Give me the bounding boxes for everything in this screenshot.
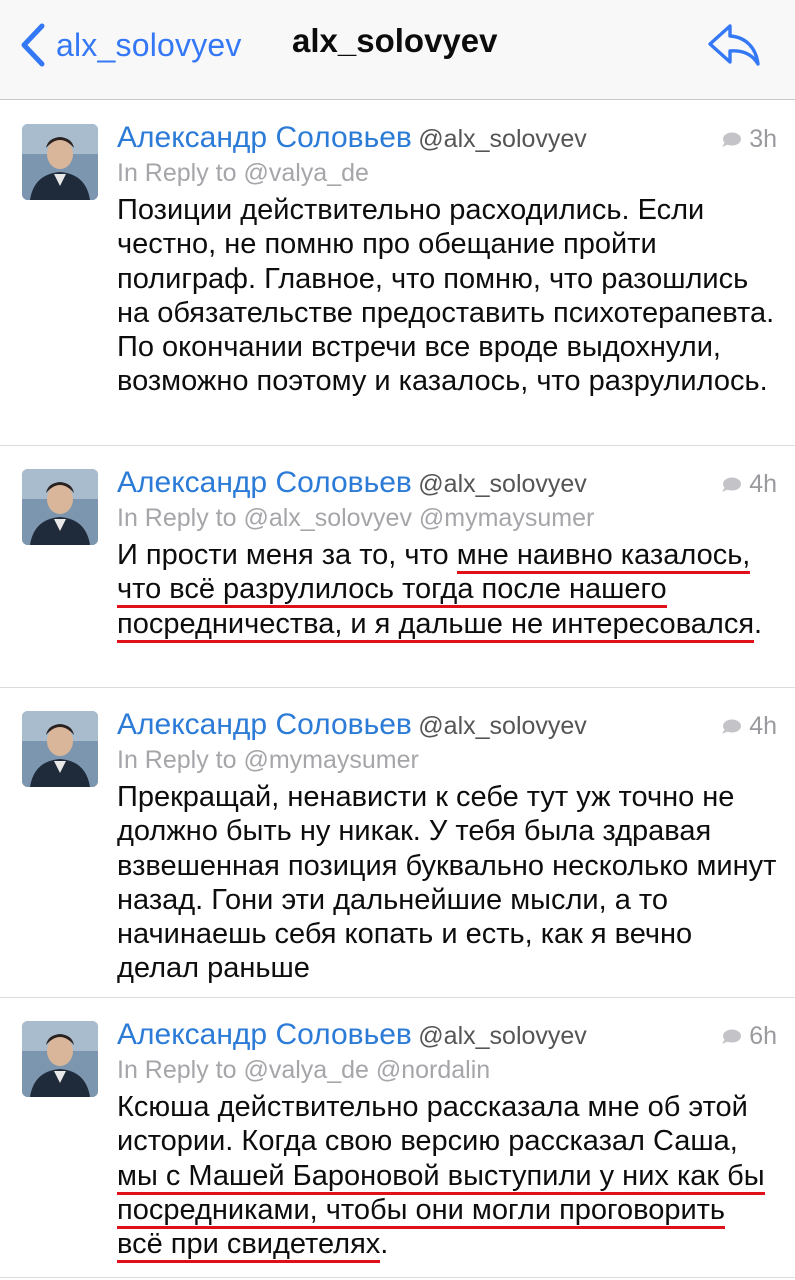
tweet-list: Александр Соловьев @alx_solovyev 3h In R… — [0, 101, 795, 1278]
page-title: alx_solovyev — [292, 22, 498, 59]
tweet-text: Ксюша действительно рассказала мне об эт… — [117, 1090, 777, 1264]
tweet-item[interactable]: Александр Соловьев @alx_solovyev 3h In R… — [0, 101, 795, 446]
reply-arrow-icon — [708, 24, 760, 66]
tweet-item[interactable]: Александр Соловьев @alx_solovyev 6h In R… — [0, 998, 795, 1278]
chevron-left-icon — [21, 23, 45, 67]
author-name[interactable]: Александр Соловьев — [117, 708, 412, 741]
tweet-timestamp: 3h — [749, 125, 777, 153]
avatar-photo-icon — [22, 469, 98, 545]
author-name[interactable]: Александр Соловьев — [117, 1018, 412, 1051]
tweet-text-plain: . — [754, 607, 763, 640]
author-handle[interactable]: @alx_solovyev — [418, 1022, 587, 1050]
tweet-text-plain: . — [380, 1228, 389, 1261]
tweet-item[interactable]: Александр Соловьев @alx_solovyev 4h In R… — [0, 446, 795, 688]
speech-bubble-icon — [722, 477, 742, 492]
avatar-photo-icon — [22, 711, 98, 787]
speech-bubble-icon — [722, 719, 742, 734]
tweet-text: Позиции действительно расходились. Если … — [117, 194, 775, 398]
tweet-text-plain: Ксюша действительно рассказала мне об эт… — [117, 1091, 748, 1158]
avatar[interactable] — [22, 1021, 98, 1097]
avatar-photo-icon — [22, 124, 98, 200]
avatar[interactable] — [22, 124, 98, 200]
avatar[interactable] — [22, 469, 98, 545]
tweet-item[interactable]: Александр Соловьев @alx_solovyev 4h In R… — [0, 688, 795, 998]
tweet-timestamp: 4h — [749, 712, 777, 740]
author-name[interactable]: Александр Соловьев — [117, 466, 412, 499]
back-button[interactable]: alx_solovyev — [18, 18, 242, 72]
avatar-photo-icon — [22, 1021, 98, 1097]
tweet-timestamp: 6h — [749, 1022, 777, 1050]
speech-bubble-icon — [722, 1029, 742, 1044]
avatar[interactable] — [22, 711, 98, 787]
tweet-text-plain: И прости меня за то, что — [117, 539, 457, 571]
author-name[interactable]: Александр Соловьев — [117, 121, 412, 154]
author-handle[interactable]: @alx_solovyev — [418, 712, 587, 740]
tweet-text: И прости меня за то, что мне наивно каза… — [117, 538, 777, 643]
in-reply-to[interactable]: In Reply to @alx_solovyev @mymaysumer — [117, 504, 777, 538]
tweet-timestamp: 4h — [749, 470, 777, 498]
reply-button[interactable] — [706, 20, 762, 70]
in-reply-to[interactable]: In Reply to @valya_de @nordalin — [117, 1056, 777, 1090]
speech-bubble-icon — [722, 132, 742, 147]
back-button-label: alx_solovyev — [56, 26, 242, 63]
tweet-text-highlighted: мы с Машей Бароновой выступили у них как… — [117, 1159, 765, 1264]
in-reply-to[interactable]: In Reply to @mymaysumer — [117, 746, 777, 780]
navigation-bar: alx_solovyev alx_solovyev — [0, 0, 795, 100]
author-handle[interactable]: @alx_solovyev — [418, 470, 587, 498]
tweet-text: Прекращай, ненависти к себе тут уж точно… — [117, 781, 777, 985]
in-reply-to[interactable]: In Reply to @valya_de — [117, 159, 777, 193]
author-handle[interactable]: @alx_solovyev — [418, 125, 587, 153]
